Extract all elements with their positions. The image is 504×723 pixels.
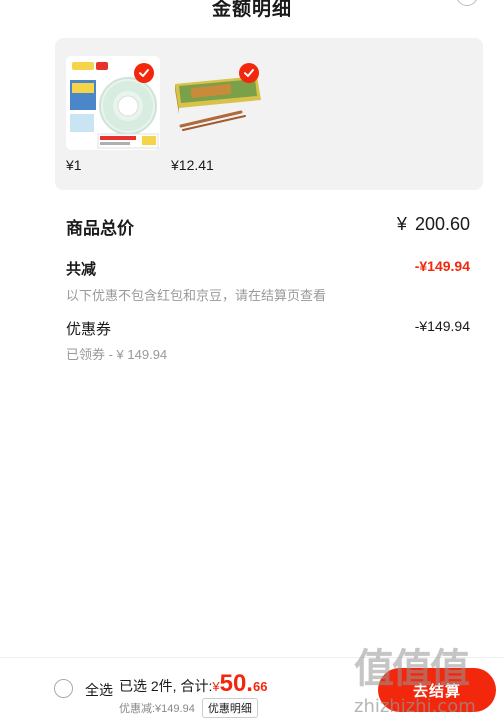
checkout-button[interactable]: 去结算 [378, 668, 496, 712]
detail-header: 金额明细 [0, 0, 504, 24]
total-price-number: 200.60 [414, 214, 470, 234]
coupon-label: 优惠券 [66, 321, 112, 338]
goods-item[interactable]: ¥1 [66, 56, 160, 173]
selected-count-text: 已选 2件, 合计: [119, 678, 213, 694]
close-icon[interactable] [456, 0, 478, 6]
coupon-value: -¥149.94 [414, 318, 470, 334]
goods-price: ¥12.41 [171, 157, 214, 173]
goods-item[interactable]: ¥12.41 [171, 56, 265, 173]
page-title: 金额明细 [211, 0, 292, 20]
checkout-bar: 全选 已选 2件, 合计:¥50.66 优惠减:¥149.94 优惠明细 去结算 [0, 657, 504, 723]
selected-check-icon [134, 63, 154, 83]
select-all-radio[interactable] [54, 679, 73, 698]
summary-total-dec: 66 [252, 679, 268, 694]
selected-goods-panel: ¥1 ¥12.41 [55, 38, 483, 190]
total-price-value: ¥200.60 [397, 214, 470, 235]
discount-detail-button[interactable]: 优惠明细 [201, 698, 258, 718]
summary-total-int: 50. [219, 670, 253, 697]
total-price-label: 商品总价 [66, 219, 134, 238]
select-all-label[interactable]: 全选 [85, 680, 113, 700]
discount-text: 优惠减:¥149.94 [119, 703, 195, 715]
order-summary: 已选 2件, 合计:¥50.66 [119, 670, 267, 698]
selected-check-icon [239, 63, 259, 83]
coupon-note: 已领券 - ¥ 149.94 [66, 347, 168, 362]
total-reduction-value: -¥149.94 [414, 258, 470, 274]
reduction-note: 以下优惠不包含红包和京豆，请在结算页查看 [66, 288, 327, 303]
total-reduction-label: 共减 [66, 261, 97, 278]
discount-line: 优惠减:¥149.94 优惠明细 [119, 698, 258, 718]
goods-price: ¥1 [66, 157, 82, 173]
tape-product-image [66, 56, 160, 150]
incense-box-product-image [171, 56, 265, 150]
summary-currency: ¥ [212, 679, 220, 694]
currency-symbol: ¥ [396, 214, 407, 234]
